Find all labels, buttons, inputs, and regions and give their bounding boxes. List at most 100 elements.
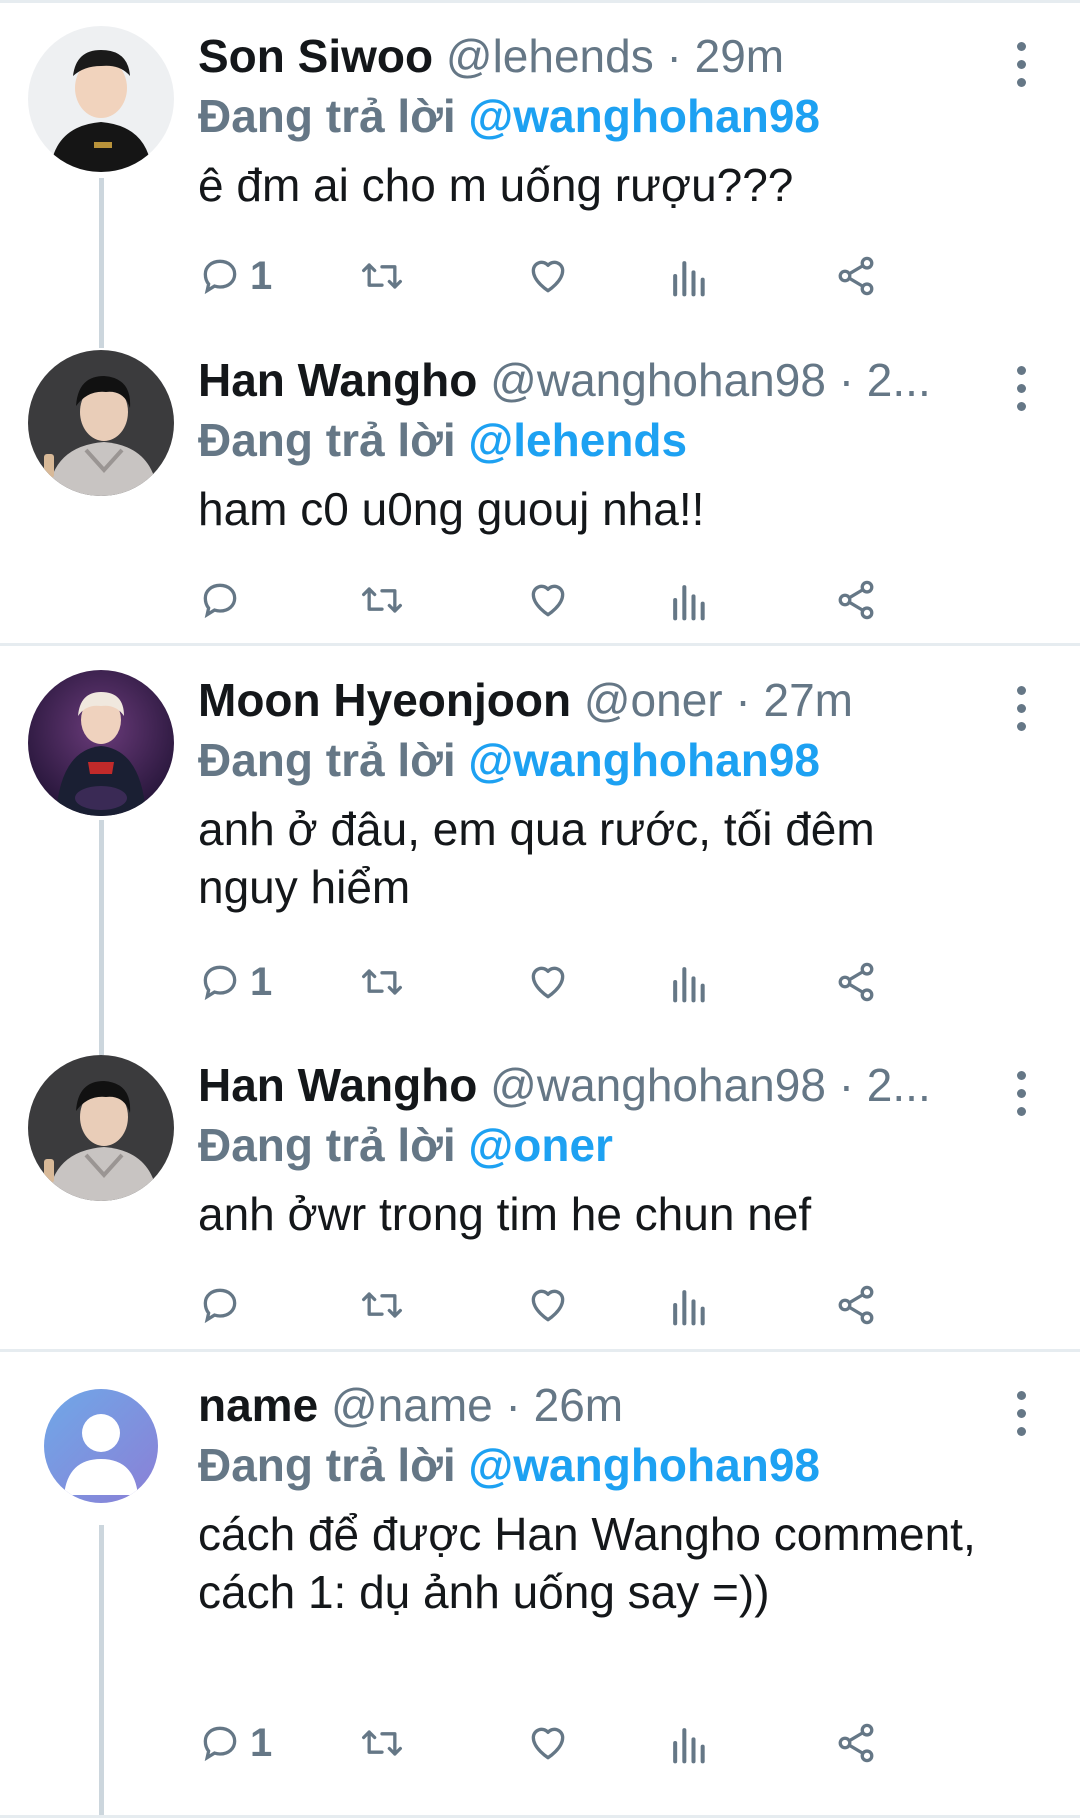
analytics-icon bbox=[673, 1728, 705, 1764]
thread-divider-1 bbox=[0, 643, 1080, 646]
share-button[interactable] bbox=[834, 570, 878, 630]
timestamp[interactable]: 29m bbox=[695, 30, 784, 82]
timestamp[interactable]: 2... bbox=[867, 354, 931, 406]
separator: · bbox=[666, 30, 682, 82]
replying-to: Đang trả lời @wanghohan98 bbox=[198, 730, 1018, 790]
thread-connector bbox=[99, 178, 104, 348]
avatar[interactable] bbox=[28, 350, 174, 496]
tweet-header: Moon Hyeonjoon @oner · 27m bbox=[198, 670, 978, 730]
reply-count: 1 bbox=[250, 253, 273, 298]
reply-icon bbox=[203, 1288, 237, 1324]
author-handle[interactable]: @wanghohan98 bbox=[490, 354, 826, 406]
analytics-button[interactable] bbox=[668, 246, 708, 306]
more-options-icon[interactable] bbox=[1010, 1071, 1032, 1127]
author-name[interactable]: Son Siwoo bbox=[198, 30, 433, 82]
reply-icon bbox=[203, 1726, 237, 1762]
more-options-icon[interactable] bbox=[1010, 366, 1032, 422]
reply-button[interactable]: 1 bbox=[198, 246, 272, 306]
reply-button[interactable]: 1 bbox=[198, 1713, 272, 1773]
share-button[interactable] bbox=[834, 246, 878, 306]
heart-icon bbox=[531, 1289, 565, 1322]
tweet-content: Han Wangho @wanghohan98 · 2... Đang trả … bbox=[198, 1055, 1018, 1243]
avatar[interactable] bbox=[28, 26, 174, 172]
reply-button[interactable] bbox=[198, 570, 250, 630]
reply-mention[interactable]: @oner bbox=[468, 1119, 613, 1171]
share-button[interactable] bbox=[834, 1713, 878, 1773]
heart-icon bbox=[531, 584, 565, 617]
author-handle[interactable]: @wanghohan98 bbox=[490, 1059, 826, 1111]
share-button[interactable] bbox=[834, 1275, 878, 1335]
reply-mention[interactable]: @lehends bbox=[468, 414, 687, 466]
retweet-icon bbox=[362, 1292, 402, 1318]
like-button[interactable] bbox=[526, 952, 570, 1012]
author-name[interactable]: Han Wangho bbox=[198, 1059, 477, 1111]
author-handle[interactable]: @oner bbox=[584, 674, 723, 726]
timestamp[interactable]: 27m bbox=[764, 674, 853, 726]
tweet-header: Son Siwoo @lehends · 29m bbox=[198, 26, 978, 86]
author-name[interactable]: Han Wangho bbox=[198, 354, 477, 406]
reply-button[interactable]: 1 bbox=[198, 952, 272, 1012]
analytics-icon bbox=[673, 585, 705, 621]
heart-icon bbox=[531, 1727, 565, 1760]
avatar[interactable] bbox=[28, 1055, 174, 1201]
analytics-icon bbox=[673, 1290, 705, 1326]
tweet-text: anh ởwr trong tim he chun nef bbox=[198, 1188, 812, 1240]
reply-icon bbox=[203, 259, 237, 295]
avatar[interactable] bbox=[44, 1389, 158, 1503]
timestamp[interactable]: 26m bbox=[534, 1379, 623, 1431]
separator: · bbox=[505, 1379, 521, 1431]
reply-count: 1 bbox=[250, 959, 273, 1004]
timestamp[interactable]: 2... bbox=[867, 1059, 931, 1111]
retweet-button[interactable] bbox=[358, 246, 406, 306]
replying-to: Đang trả lời @wanghohan98 bbox=[198, 86, 1018, 146]
heart-icon bbox=[531, 260, 565, 293]
author-name[interactable]: Moon Hyeonjoon bbox=[198, 674, 571, 726]
author-handle[interactable]: @name bbox=[331, 1379, 493, 1431]
reply-mention[interactable]: @wanghohan98 bbox=[468, 734, 820, 786]
retweet-button[interactable] bbox=[358, 570, 406, 630]
reply-icon bbox=[203, 965, 237, 1001]
analytics-button[interactable] bbox=[668, 1713, 708, 1773]
more-options-icon[interactable] bbox=[1010, 686, 1032, 742]
share-icon bbox=[838, 580, 874, 620]
reply-count: 1 bbox=[250, 1720, 273, 1765]
like-button[interactable] bbox=[526, 1275, 570, 1335]
tweet-content: name @name · 26m Đang trả lời @wanghohan… bbox=[198, 1375, 1018, 1621]
tweet-actions bbox=[198, 570, 1038, 630]
share-icon bbox=[838, 1723, 874, 1763]
reply-button[interactable] bbox=[198, 1275, 250, 1335]
tweet-content: Han Wangho @wanghohan98 · 2... Đang trả … bbox=[198, 350, 1018, 538]
analytics-icon bbox=[673, 261, 705, 297]
separator: · bbox=[838, 1059, 855, 1111]
thread-connector bbox=[99, 1525, 104, 1815]
reply-mention[interactable]: @wanghohan98 bbox=[468, 90, 820, 142]
reply-prefix: Đang trả lời bbox=[198, 1439, 456, 1491]
retweet-icon bbox=[362, 1730, 402, 1756]
like-button[interactable] bbox=[526, 246, 570, 306]
author-name[interactable]: name bbox=[198, 1379, 318, 1431]
tweet-content: Moon Hyeonjoon @oner · 27m Đang trả lời … bbox=[198, 670, 1018, 916]
analytics-button[interactable] bbox=[668, 952, 708, 1012]
analytics-button[interactable] bbox=[668, 1275, 708, 1335]
author-handle[interactable]: @lehends bbox=[446, 30, 654, 82]
share-button[interactable] bbox=[834, 952, 878, 1012]
avatar[interactable] bbox=[28, 670, 174, 816]
tweet-actions bbox=[198, 1275, 1038, 1335]
tweet-header: name @name · 26m bbox=[198, 1375, 978, 1435]
like-button[interactable] bbox=[526, 570, 570, 630]
replying-to: Đang trả lời @oner bbox=[198, 1115, 1018, 1175]
like-button[interactable] bbox=[526, 1713, 570, 1773]
retweet-button[interactable] bbox=[358, 1275, 406, 1335]
retweet-icon bbox=[362, 587, 402, 613]
more-options-icon[interactable] bbox=[1010, 42, 1032, 98]
separator: · bbox=[735, 674, 751, 726]
share-icon bbox=[838, 256, 874, 296]
analytics-icon bbox=[673, 967, 705, 1003]
reply-mention[interactable]: @wanghohan98 bbox=[468, 1439, 820, 1491]
analytics-button[interactable] bbox=[668, 570, 708, 630]
more-options-icon[interactable] bbox=[1010, 1391, 1032, 1447]
retweet-button[interactable] bbox=[358, 1713, 406, 1773]
tweet-header: Han Wangho @wanghohan98 · 2... bbox=[198, 350, 978, 410]
bottom-divider bbox=[0, 1815, 1080, 1818]
retweet-button[interactable] bbox=[358, 952, 406, 1012]
